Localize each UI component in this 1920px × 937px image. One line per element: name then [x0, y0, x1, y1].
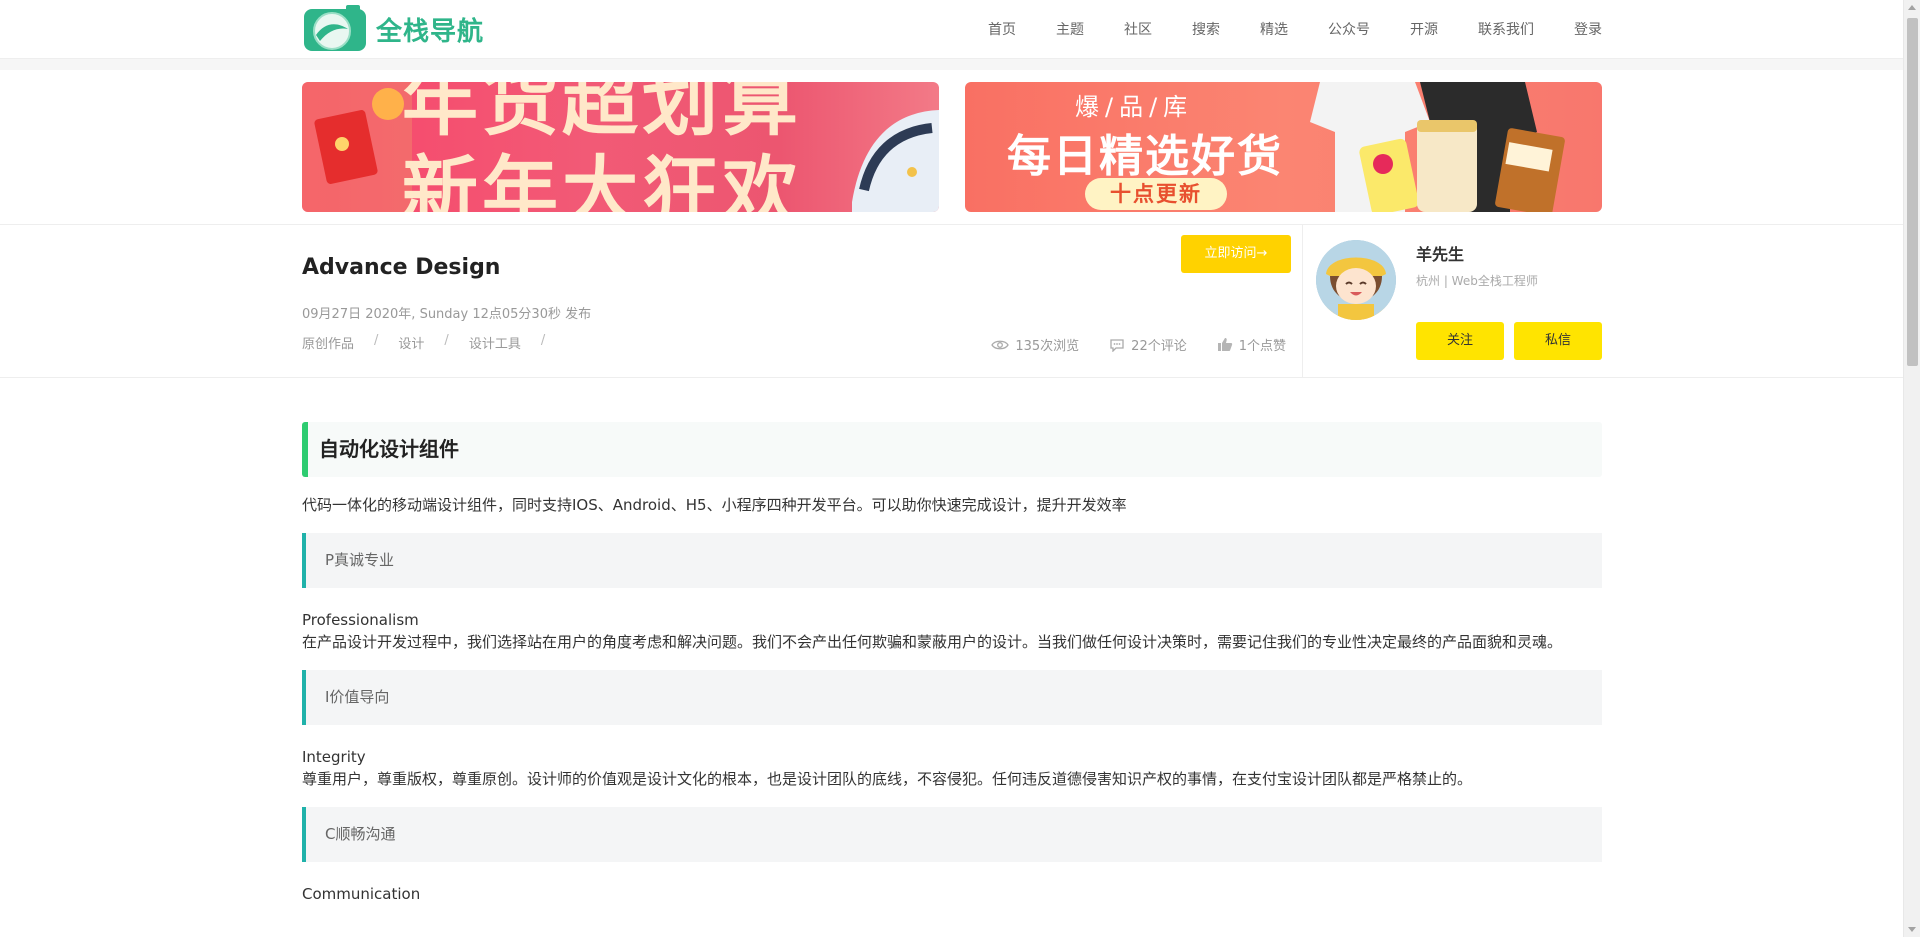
comments-count: 22个评论 — [1131, 339, 1187, 354]
paragraph-body: 尊重用户，尊重版权，尊重原创。设计师的价值观是设计文化的根本，也是设计团队的底线… — [302, 770, 1473, 788]
scrollbar-thumb[interactable] — [1907, 18, 1918, 366]
article-header: Advance Design 09月27日 2020年, Sunday 12点0… — [0, 224, 1903, 378]
crumb-separator: / — [540, 333, 546, 348]
section-heading: 自动化设计组件 — [302, 422, 1602, 477]
nav-login[interactable]: 登录 — [1574, 19, 1602, 39]
likes-stat[interactable]: 1个点赞 — [1217, 335, 1286, 354]
author-meta: 杭州 | Web全栈工程师 — [1416, 274, 1538, 288]
breadcrumb: 原创作品 / 设计 / 设计工具 / — [302, 333, 565, 352]
nav-search[interactable]: 搜索 — [1192, 19, 1220, 39]
red-envelope-icon — [302, 82, 412, 212]
paragraph-title: Integrity — [302, 748, 366, 766]
blockquote-professional: P真诚专业 — [302, 533, 1602, 588]
train-icon — [852, 110, 939, 212]
author-name[interactable]: 羊先生 — [1416, 241, 1464, 265]
paragraph-title: Professionalism — [302, 611, 419, 629]
article-content: 自动化设计组件 代码一体化的移动端设计组件，同时支持IOS、Android、H5… — [302, 422, 1602, 904]
logo-text: 全栈导航 — [376, 16, 485, 47]
banner-right-top: 爆/品/库 — [1075, 93, 1194, 121]
crumb-separator: / — [444, 333, 449, 348]
paragraph-title: Communication — [302, 885, 421, 903]
banner-left-line1: 年货超划算 — [402, 82, 802, 146]
likes-count: 1个点赞 — [1238, 339, 1286, 354]
banner-right-pill: 十点更新 — [1085, 178, 1227, 210]
article-stats: 135次浏览 22个评论 1个点赞 — [961, 335, 1286, 354]
header-spacer — [0, 59, 1903, 70]
banner-left-line2: 新年大狂欢 — [402, 147, 802, 213]
nav-official-account[interactable]: 公众号 — [1328, 19, 1370, 39]
follow-button[interactable]: 关注 — [1416, 322, 1504, 360]
lead-paragraph: 代码一体化的移动端设计组件，同时支持IOS、Android、H5、小程序四种开发… — [302, 496, 1127, 514]
views-count: 135次浏览 — [1015, 339, 1080, 354]
author-divider — [1302, 225, 1303, 377]
avatar-illustration-icon — [1316, 240, 1396, 320]
nav-topics[interactable]: 主题 — [1056, 19, 1084, 39]
main-nav: 首页 主题 社区 搜索 精选 公众号 开源 联系我们 登录 — [988, 0, 1602, 58]
message-button[interactable]: 私信 — [1514, 322, 1602, 360]
views-stat: 135次浏览 — [991, 335, 1079, 354]
crumb-original[interactable]: 原创作品 — [302, 333, 354, 352]
crumb-design[interactable]: 设计 — [398, 333, 424, 352]
comments-stat: 22个评论 — [1109, 335, 1187, 354]
nav-contact[interactable]: 联系我们 — [1478, 19, 1534, 39]
page-scrollbar[interactable] — [1903, 0, 1920, 937]
author-avatar[interactable] — [1316, 240, 1396, 320]
crumb-separator: / — [374, 333, 379, 348]
blockquote-communication: C顺畅沟通 — [302, 807, 1602, 862]
comment-icon — [1110, 338, 1124, 352]
scroll-up-icon[interactable] — [1908, 5, 1916, 10]
scroll-down-icon[interactable] — [1908, 927, 1916, 932]
logo-camera-icon — [302, 5, 368, 53]
article-title: Advance Design — [302, 255, 501, 280]
crumb-design-tools[interactable]: 设计工具 — [469, 333, 521, 352]
paragraph-body: 在产品设计开发过程中，我们选择站在用户的角度考虑和解决问题。我们不会产出任何欺骗… — [302, 633, 1563, 651]
products-illustration-icon — [1310, 82, 1565, 212]
publish-time: 09月27日 2020年, Sunday 12点05分30秒 发布 — [302, 307, 592, 322]
blockquote-integrity: I价值导向 — [302, 670, 1602, 725]
nav-open-source[interactable]: 开源 — [1410, 19, 1438, 39]
site-logo[interactable]: 全栈导航 — [302, 5, 484, 53]
nav-community[interactable]: 社区 — [1124, 19, 1152, 39]
thumbs-up-icon — [1217, 338, 1232, 351]
visit-now-button[interactable]: 立即访问→ — [1181, 235, 1291, 273]
banner-new-year-sale[interactable]: 年货超划算 新年大狂欢 — [302, 82, 939, 212]
nav-featured[interactable]: 精选 — [1260, 19, 1288, 39]
banner-right-main: 每日精选好货 — [1007, 131, 1283, 182]
nav-home[interactable]: 首页 — [988, 19, 1016, 39]
eye-icon — [991, 340, 1010, 349]
banner-daily-picks[interactable]: 爆/品/库 每日精选好货 十点更新 — [965, 82, 1602, 212]
top-header: 全栈导航 首页 主题 社区 搜索 精选 公众号 开源 联系我们 登录 — [0, 0, 1903, 59]
